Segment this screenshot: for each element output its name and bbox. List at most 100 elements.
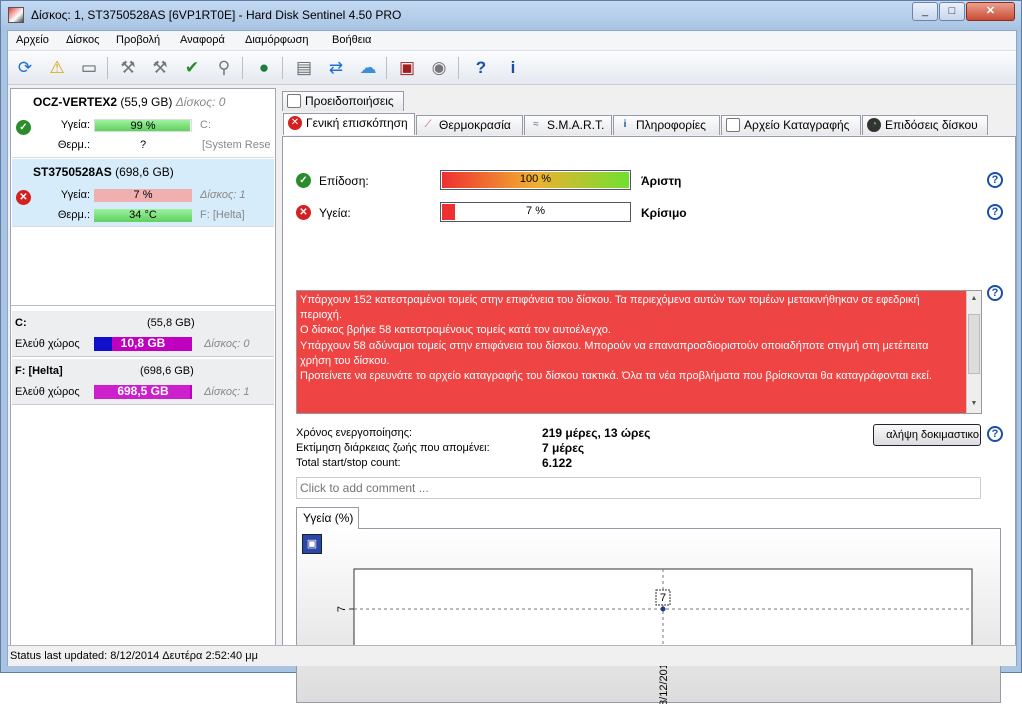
update-icon[interactable]: ⇄: [323, 55, 349, 81]
menu-help[interactable]: Βοήθεια: [332, 34, 371, 46]
info-icon: i: [623, 119, 627, 130]
health-label: Υγεία:: [60, 189, 90, 201]
log-icon: [726, 118, 740, 132]
disk-tool-icon[interactable]: ⚒: [115, 55, 141, 81]
help-icon[interactable]: ?: [987, 172, 1003, 188]
title-bar[interactable]: Δίσκος: 1, ST3750528AS [6VP1RT0E] - Hard…: [1, 1, 1021, 29]
free-space-label: Ελεύθ χώρος: [15, 386, 80, 398]
health-chart-panel: ▣ 7 8/12/2014 7: [296, 528, 1001, 704]
startstop-value: 6.122: [542, 456, 573, 470]
performance-value: 100 %: [519, 173, 552, 185]
info-icon[interactable]: i: [500, 55, 526, 81]
status-bar: Status last updated: 8/12/2014 Δευτέρα 2…: [8, 645, 1016, 666]
help-icon[interactable]: ?: [987, 204, 1003, 220]
status-ok-icon: ✓: [16, 120, 31, 135]
tab-log[interactable]: Αρχείο Καταγραφής: [721, 115, 861, 135]
menu-report[interactable]: Αναφορά: [180, 34, 225, 46]
disk-card-1[interactable]: ST3750528AS (698,6 GB) ✕ Υγεία: 7 % Δίσκ…: [12, 159, 274, 227]
y-tick-label: 7: [336, 606, 348, 612]
alerts-icon: [287, 94, 301, 108]
toolbar-separator: [242, 57, 243, 79]
disk-tool-2-icon[interactable]: ⚒: [147, 55, 173, 81]
performance-label: Επίδοση:: [319, 174, 369, 188]
health-message-box[interactable]: Υπάρχουν 152 κατεστραμένοι τομείς στην ε…: [296, 290, 982, 414]
free-space-bar: 10,8 GB: [94, 337, 192, 351]
hdd-icon[interactable]: ▭: [76, 55, 102, 81]
disk-card-0[interactable]: OCZ-VERTEX2 (55,9 GB) Δίσκος: 0 ✓ Υγεία:…: [12, 89, 274, 158]
warning-icon[interactable]: ⚠: [44, 55, 70, 81]
gauge-icon: ◔: [867, 118, 881, 132]
tab-performance[interactable]: ◔ Επιδόσεις δίσκου: [862, 115, 988, 135]
performance-bar: 100 %: [440, 170, 631, 190]
volume-name: F: [Helta]: [15, 365, 63, 377]
volume-disk: Δίσκος: 0: [204, 338, 250, 350]
volume-size: (55,8 GB): [147, 317, 195, 329]
performance-rating: Άριστη: [641, 174, 682, 188]
uptime-label: Χρόνος ενεργοποίησης:: [296, 427, 413, 439]
tab-health-chart[interactable]: Υγεία (%): [296, 507, 359, 529]
health-bar: 7 %: [440, 202, 631, 222]
lifetime-label: Εκτίμηση διάρκειας ζωής που απομένει:: [296, 442, 490, 454]
volume-card-0[interactable]: C: (55,8 GB) Ελεύθ χώρος 10,8 GB Δίσκος:…: [12, 311, 274, 357]
health-value: 7 %: [526, 205, 545, 217]
toolbar-separator: [282, 57, 283, 79]
volume-name: C:: [15, 317, 27, 329]
window-title: Δίσκος: 1, ST3750528AS [6VP1RT0E] - Hard…: [31, 8, 402, 22]
tab-smart[interactable]: ≈ S.M.A.R.T.: [524, 115, 612, 135]
health-chart: 78/12/20147: [336, 568, 973, 704]
toolbar-separator: [458, 57, 459, 79]
app-icon: [8, 7, 24, 23]
message-line: Ο δίσκος βρήκε 58 κατεστραμένους τομείς …: [300, 324, 611, 337]
disk-index: Δίσκος: 1: [200, 189, 246, 201]
globe-icon[interactable]: ●: [251, 55, 277, 81]
thermometer-icon: ⟋: [424, 119, 432, 130]
temp-label: Θερμ.:: [57, 139, 90, 151]
health-label: Υγεία:: [60, 119, 90, 131]
tab-information[interactable]: i Πληροφορίες: [613, 115, 720, 135]
monitor-icon[interactable]: ▣: [394, 55, 420, 81]
menu-disk[interactable]: Δίσκος: [66, 34, 99, 46]
smart-icon: ≈: [533, 119, 539, 130]
help-icon[interactable]: ?: [987, 426, 1003, 442]
disk-check-icon[interactable]: ✔: [179, 55, 205, 81]
volume-disk: Δίσκος: 1: [204, 386, 250, 398]
help-icon[interactable]: ?: [468, 55, 494, 81]
menu-view[interactable]: Προβολή: [116, 34, 160, 46]
lifetime-value: 7 μέρες: [542, 441, 585, 455]
refresh-icon[interactable]: ⟳: [12, 55, 38, 81]
network-icon[interactable]: ☁: [355, 55, 381, 81]
drive-letter: F: [Helta]: [200, 209, 245, 221]
pane-divider: [11, 305, 275, 306]
scrollbar-thumb[interactable]: [968, 314, 980, 375]
uptime-value: 219 μέρες, 13 ώρες: [542, 426, 651, 440]
toolbar-separator: [107, 57, 108, 79]
tab-temperature[interactable]: ⟋ Θερμοκρασία: [416, 115, 523, 135]
menu-configuration[interactable]: Διαμόρφωση: [245, 34, 309, 46]
details-pane: Προειδοποιήσεις ✕ Γενική επισκόπηση ⟋ Θερμ…: [282, 88, 1016, 704]
disk-list-pane: OCZ-VERTEX2 (55,9 GB) Δίσκος: 0 ✓ Υγεία:…: [10, 88, 276, 665]
health-bar: 99 %: [94, 119, 192, 132]
report-icon[interactable]: ▤: [291, 55, 317, 81]
speaker-icon[interactable]: ◉: [426, 55, 452, 81]
free-space-bar: 698,5 GB: [94, 385, 192, 399]
health-rating: Κρίσιμο: [641, 206, 687, 220]
app-window: Δίσκος: 1, ST3750528AS [6VP1RT0E] - Hard…: [0, 0, 1022, 704]
disk-scan-icon[interactable]: ⚲: [211, 55, 237, 81]
tab-alerts[interactable]: Προειδοποιήσεις: [282, 91, 404, 111]
help-icon[interactable]: ?: [987, 285, 1003, 301]
self-test-button[interactable]: αλήψη δοκιμαστικο: [873, 424, 981, 446]
partition-name: [System Rese: [202, 139, 271, 151]
close-button[interactable]: ✕: [966, 2, 1015, 21]
maximize-button[interactable]: □: [939, 2, 965, 21]
message-scrollbar[interactable]: ▲ ▼: [966, 291, 981, 413]
health-critical-icon: ✕: [296, 205, 311, 220]
menu-file[interactable]: Αρχείο: [16, 34, 49, 46]
tab-overview[interactable]: ✕ Γενική επισκόπηση: [283, 113, 415, 135]
minimize-button[interactable]: _: [912, 2, 938, 21]
comment-input[interactable]: [296, 477, 981, 499]
disk-name: OCZ-VERTEX2 (55,9 GB) Δίσκος: 0: [33, 95, 226, 109]
disk-name: ST3750528AS (698,6 GB): [33, 165, 174, 179]
drive-letter: C:: [200, 119, 211, 131]
temp-bar: 34 °C: [94, 209, 192, 222]
volume-card-1[interactable]: F: [Helta] (698,6 GB) Ελεύθ χώρος 698,5 …: [12, 359, 274, 405]
